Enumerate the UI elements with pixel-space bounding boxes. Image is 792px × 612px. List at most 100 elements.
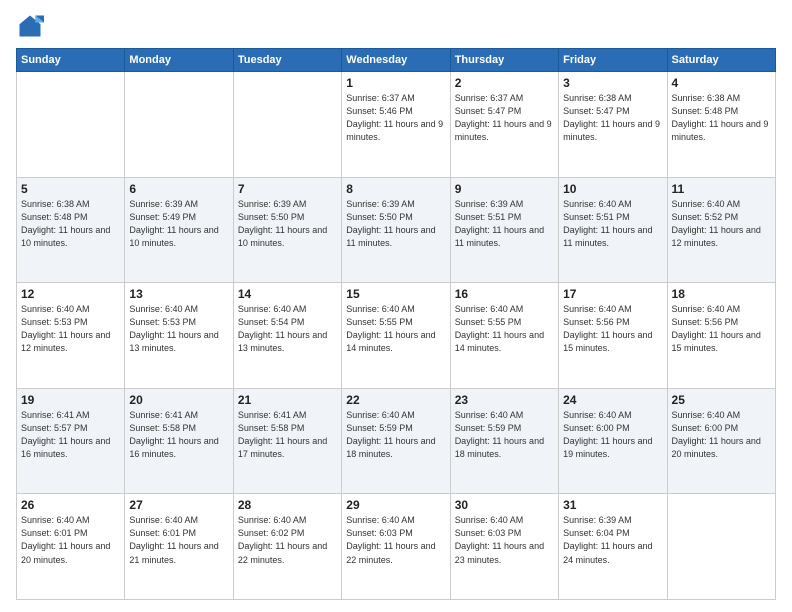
calendar-cell: 3 Sunrise: 6:38 AM Sunset: 5:47 PM Daylig…: [559, 72, 667, 178]
day-number: 29: [346, 498, 445, 512]
calendar-cell: 5 Sunrise: 6:38 AM Sunset: 5:48 PM Daylig…: [17, 177, 125, 283]
day-info: Sunrise: 6:40 AM Sunset: 6:02 PM Dayligh…: [238, 514, 337, 566]
day-info: Sunrise: 6:40 AM Sunset: 5:56 PM Dayligh…: [563, 303, 662, 355]
day-number: 12: [21, 287, 120, 301]
day-number: 1: [346, 76, 445, 90]
calendar-cell: 23Sunrise: 6:40 AM Sunset: 5:59 PM Dayli…: [450, 388, 558, 494]
calendar-cell: 15 Sunrise: 6:40 AM Sunset: 5:55 PM Dayli…: [342, 283, 450, 389]
day-info: Sunrise: 6:40 AM Sunset: 6:01 PM Dayligh…: [21, 514, 120, 566]
day-info: Sunrise: 6:40 AM Sunset: 5:53 PM Dayligh…: [129, 303, 228, 355]
calendar-cell: 10 Sunrise: 6:40 AM Sunset: 5:51 PM Dayli…: [559, 177, 667, 283]
col-header-tuesday: Tuesday: [233, 49, 341, 72]
day-number: 17: [563, 287, 662, 301]
day-number: 21: [238, 393, 337, 407]
calendar-week-row: 5 Sunrise: 6:38 AM Sunset: 5:48 PM Daylig…: [17, 177, 776, 283]
day-info: Sunrise: 6:40 AM Sunset: 5:59 PM Dayligh…: [455, 409, 554, 461]
calendar-cell: 19 Sunrise: 6:41 AM Sunset: 5:57 PM Dayli…: [17, 388, 125, 494]
day-info: Sunrise: 6:38 AM Sunset: 5:47 PM Dayligh…: [563, 92, 662, 144]
day-info: Sunrise: 6:38 AM Sunset: 5:48 PM Dayligh…: [672, 92, 771, 144]
calendar-week-row: 19 Sunrise: 6:41 AM Sunset: 5:57 PM Dayli…: [17, 388, 776, 494]
col-header-saturday: Saturday: [667, 49, 775, 72]
calendar-header-row: SundayMondayTuesdayWednesdayThursdayFrid…: [17, 49, 776, 72]
day-info: Sunrise: 6:41 AM Sunset: 5:57 PM Dayligh…: [21, 409, 120, 461]
day-info: Sunrise: 6:41 AM Sunset: 5:58 PM Dayligh…: [238, 409, 337, 461]
day-number: 3: [563, 76, 662, 90]
day-info: Sunrise: 6:37 AM Sunset: 5:46 PM Dayligh…: [346, 92, 445, 144]
calendar-cell: 22Sunrise: 6:40 AM Sunset: 5:59 PM Dayli…: [342, 388, 450, 494]
calendar-cell: 17 Sunrise: 6:40 AM Sunset: 5:56 PM Dayli…: [559, 283, 667, 389]
day-info: Sunrise: 6:40 AM Sunset: 5:55 PM Dayligh…: [346, 303, 445, 355]
day-number: 19: [21, 393, 120, 407]
day-number: 14: [238, 287, 337, 301]
day-info: Sunrise: 6:40 AM Sunset: 6:01 PM Dayligh…: [129, 514, 228, 566]
col-header-wednesday: Wednesday: [342, 49, 450, 72]
day-info: Sunrise: 6:39 AM Sunset: 6:04 PM Dayligh…: [563, 514, 662, 566]
calendar-cell: 1 Sunrise: 6:37 AM Sunset: 5:46 PM Daylig…: [342, 72, 450, 178]
day-info: Sunrise: 6:40 AM Sunset: 5:53 PM Dayligh…: [21, 303, 120, 355]
calendar-cell: 31 Sunrise: 6:39 AM Sunset: 6:04 PM Dayli…: [559, 494, 667, 600]
day-info: Sunrise: 6:40 AM Sunset: 6:03 PM Dayligh…: [455, 514, 554, 566]
calendar-cell: [233, 72, 341, 178]
calendar-cell: [17, 72, 125, 178]
day-info: Sunrise: 6:39 AM Sunset: 5:49 PM Dayligh…: [129, 198, 228, 250]
day-info: Sunrise: 6:40 AM Sunset: 5:52 PM Dayligh…: [672, 198, 771, 250]
calendar-cell: 7 Sunrise: 6:39 AM Sunset: 5:50 PM Daylig…: [233, 177, 341, 283]
calendar-cell: 8Sunrise: 6:39 AM Sunset: 5:50 PM Daylig…: [342, 177, 450, 283]
calendar-cell: 30Sunrise: 6:40 AM Sunset: 6:03 PM Dayli…: [450, 494, 558, 600]
calendar-cell: 21 Sunrise: 6:41 AM Sunset: 5:58 PM Dayli…: [233, 388, 341, 494]
day-number: 2: [455, 76, 554, 90]
calendar-cell: [667, 494, 775, 600]
day-info: Sunrise: 6:37 AM Sunset: 5:47 PM Dayligh…: [455, 92, 554, 144]
calendar-cell: 6 Sunrise: 6:39 AM Sunset: 5:49 PM Daylig…: [125, 177, 233, 283]
col-header-sunday: Sunday: [17, 49, 125, 72]
day-number: 5: [21, 182, 120, 196]
day-number: 26: [21, 498, 120, 512]
calendar-week-row: 1 Sunrise: 6:37 AM Sunset: 5:46 PM Daylig…: [17, 72, 776, 178]
calendar-cell: [125, 72, 233, 178]
calendar-cell: 2 Sunrise: 6:37 AM Sunset: 5:47 PM Daylig…: [450, 72, 558, 178]
calendar-cell: 14 Sunrise: 6:40 AM Sunset: 5:54 PM Dayli…: [233, 283, 341, 389]
day-number: 8: [346, 182, 445, 196]
calendar-week-row: 12 Sunrise: 6:40 AM Sunset: 5:53 PM Dayli…: [17, 283, 776, 389]
day-number: 27: [129, 498, 228, 512]
logo-icon: [16, 12, 44, 40]
page: SundayMondayTuesdayWednesdayThursdayFrid…: [0, 0, 792, 612]
day-info: Sunrise: 6:40 AM Sunset: 5:56 PM Dayligh…: [672, 303, 771, 355]
col-header-friday: Friday: [559, 49, 667, 72]
day-number: 16: [455, 287, 554, 301]
col-header-monday: Monday: [125, 49, 233, 72]
day-number: 24: [563, 393, 662, 407]
calendar-cell: 27 Sunrise: 6:40 AM Sunset: 6:01 PM Dayli…: [125, 494, 233, 600]
day-info: Sunrise: 6:38 AM Sunset: 5:48 PM Dayligh…: [21, 198, 120, 250]
day-number: 11: [672, 182, 771, 196]
day-number: 15: [346, 287, 445, 301]
calendar-cell: 4 Sunrise: 6:38 AM Sunset: 5:48 PM Daylig…: [667, 72, 775, 178]
day-info: Sunrise: 6:40 AM Sunset: 5:51 PM Dayligh…: [563, 198, 662, 250]
day-number: 6: [129, 182, 228, 196]
calendar-cell: 24 Sunrise: 6:40 AM Sunset: 6:00 PM Dayli…: [559, 388, 667, 494]
day-number: 28: [238, 498, 337, 512]
calendar-cell: 25Sunrise: 6:40 AM Sunset: 6:00 PM Dayli…: [667, 388, 775, 494]
logo: [16, 12, 48, 40]
day-info: Sunrise: 6:39 AM Sunset: 5:50 PM Dayligh…: [238, 198, 337, 250]
day-info: Sunrise: 6:40 AM Sunset: 6:00 PM Dayligh…: [563, 409, 662, 461]
calendar-cell: 11 Sunrise: 6:40 AM Sunset: 5:52 PM Dayli…: [667, 177, 775, 283]
calendar-cell: 12 Sunrise: 6:40 AM Sunset: 5:53 PM Dayli…: [17, 283, 125, 389]
day-info: Sunrise: 6:40 AM Sunset: 5:54 PM Dayligh…: [238, 303, 337, 355]
day-number: 13: [129, 287, 228, 301]
day-number: 31: [563, 498, 662, 512]
calendar-cell: 28 Sunrise: 6:40 AM Sunset: 6:02 PM Dayli…: [233, 494, 341, 600]
day-info: Sunrise: 6:40 AM Sunset: 5:55 PM Dayligh…: [455, 303, 554, 355]
calendar-week-row: 26 Sunrise: 6:40 AM Sunset: 6:01 PM Dayli…: [17, 494, 776, 600]
calendar-table: SundayMondayTuesdayWednesdayThursdayFrid…: [16, 48, 776, 600]
day-number: 9: [455, 182, 554, 196]
day-number: 18: [672, 287, 771, 301]
day-number: 10: [563, 182, 662, 196]
calendar-cell: 26 Sunrise: 6:40 AM Sunset: 6:01 PM Dayli…: [17, 494, 125, 600]
day-number: 7: [238, 182, 337, 196]
day-number: 20: [129, 393, 228, 407]
header: [16, 12, 776, 40]
day-info: Sunrise: 6:41 AM Sunset: 5:58 PM Dayligh…: [129, 409, 228, 461]
day-number: 4: [672, 76, 771, 90]
col-header-thursday: Thursday: [450, 49, 558, 72]
